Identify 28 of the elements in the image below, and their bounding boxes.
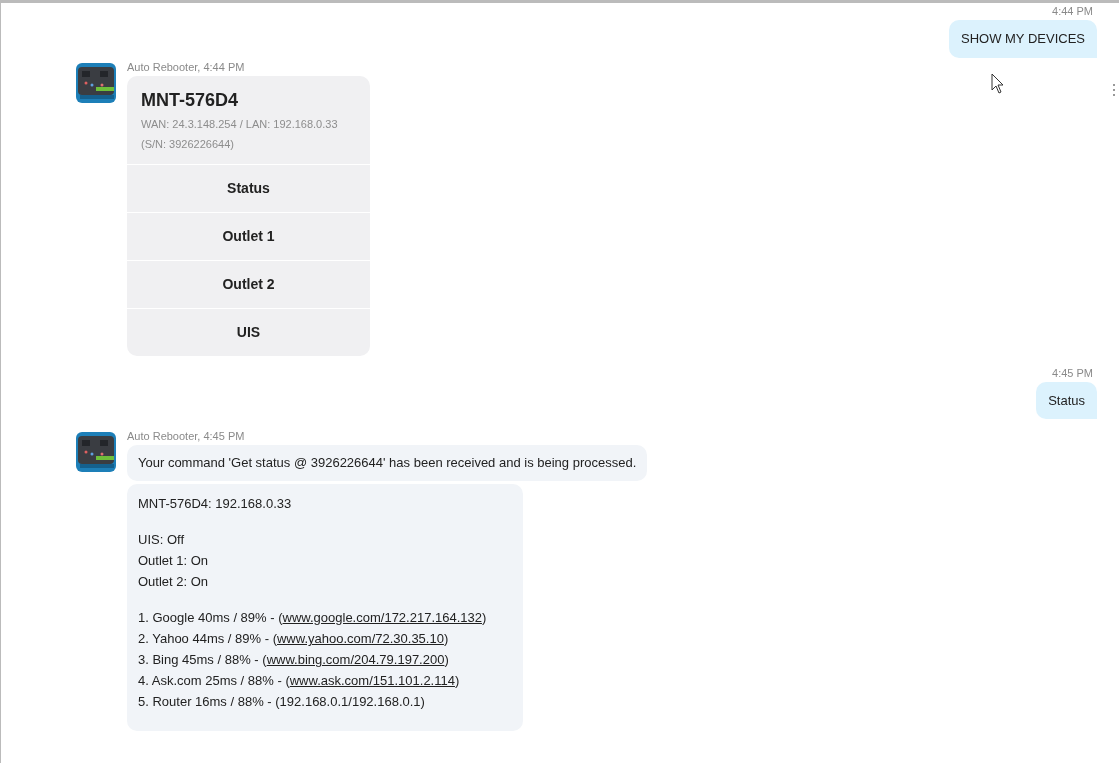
card-action-button[interactable]: Outlet 1 (127, 211, 370, 260)
status-line: Outlet 2: On (138, 573, 210, 591)
card-action-button[interactable]: Outlet 2 (127, 259, 370, 308)
status-link[interactable]: www.yahoo.com/72.30.35.10 (277, 631, 444, 646)
more-icon[interactable] (1112, 83, 1116, 97)
message-time: 4:44 PM (1052, 4, 1094, 18)
cursor-icon (991, 73, 1005, 95)
status-line: 4. Ask.com 25ms / 88% - (www.ask.com/151.101.2.114) (138, 672, 461, 690)
status-line: MNT-576D4: 192.168.0.33 (138, 495, 293, 513)
card-action-button[interactable]: Status (127, 163, 370, 212)
sender-label: Auto Rebooter, 4:44 PM (127, 59, 246, 74)
status-line: 1. Google 40ms / 89% - (www.google.com/172.217.164.132) (138, 609, 488, 627)
status-link[interactable]: www.bing.com/204.79.197.200 (266, 652, 445, 667)
message-time: 4:45 PM (1052, 365, 1094, 380)
sender-label: Auto Rebooter, 4:45 PM (127, 429, 246, 443)
message-bubble: Status (1036, 381, 1097, 419)
device-serial: (S/N: 3926226644) (141, 136, 235, 152)
device-title: MNT-576D4 (141, 88, 240, 112)
status-line: 3. Bing 45ms / 88% - (www.bing.com/204.79.197.200) (138, 651, 450, 669)
status-line: 2. Yahoo 44ms / 89% - (www.yahoo.com/72.30.35.10) (138, 630, 450, 648)
message-bubble: Your command 'Get status @ 3926226644' has been received and is being processed. (127, 445, 648, 481)
device-address: WAN: 24.3.148.254 / LAN: 192.168.0.33 (141, 116, 339, 132)
status-line: UIS: Off (138, 531, 185, 549)
message-bubble: SHOW MY DEVICES (949, 20, 1097, 58)
card-action-button[interactable]: UIS (127, 307, 370, 356)
status-line: Outlet 1: On (138, 552, 210, 570)
status-line: 5. Router 16ms / 88% - (192.168.0.1/192.168.0.1) (138, 693, 426, 711)
status-link[interactable]: www.google.com/172.217.164.132 (282, 610, 482, 625)
